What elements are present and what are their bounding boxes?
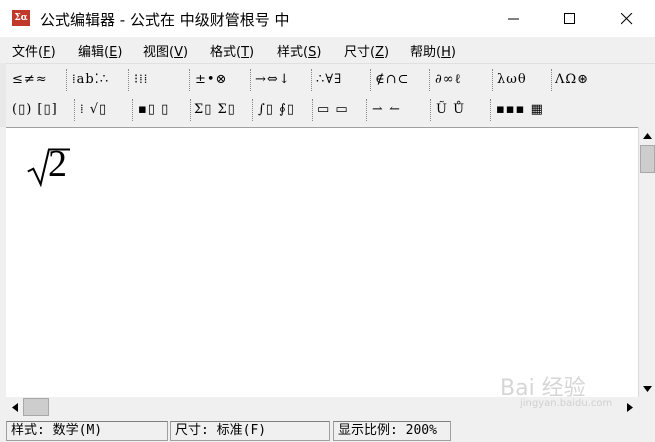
menu-view-key: V: [174, 45, 183, 60]
menu-help-key: H: [441, 45, 451, 60]
menu-edit-key: E: [109, 45, 118, 60]
fence-templates-button[interactable]: (▯) [▯]: [12, 98, 58, 122]
watermark-url: jingyan.baidu.com: [520, 398, 613, 409]
toolbar-separator: [74, 99, 76, 121]
scrollbar-corner: [638, 397, 655, 417]
status-zoom: 显示比例: 200%: [333, 421, 451, 441]
minimize-icon: [508, 18, 519, 19]
maximize-button[interactable]: [547, 0, 593, 37]
status-style: 样式: 数学(M): [6, 421, 168, 441]
menu-file-label: 文件: [12, 45, 39, 60]
toolbar-separator: [190, 99, 192, 121]
template-palette-row: (▯) [▯] ⁞ √▯ ▪▯ ▯ Σ▯ Σ▯ ∫▯ ∮▯ ▭ ▭ ⇀ ↼ Ũ …: [6, 96, 606, 124]
menu-style-label: 样式: [277, 45, 304, 60]
title-bar: Σα 公式编辑器 - 公式在 中级财管根号 中: [0, 0, 655, 37]
toolbar-separator: [250, 69, 252, 91]
toolbar-separator: [189, 69, 191, 91]
toolbar-separator: [429, 69, 431, 91]
menu-format-key: T: [241, 45, 250, 60]
menu-view-label: 视图: [143, 45, 170, 60]
app-icon[interactable]: Σα: [12, 10, 30, 26]
embellishments-button[interactable]: ⁝⁞⁞: [134, 68, 148, 92]
scroll-down-button[interactable]: [639, 380, 655, 397]
status-size: 尺寸: 标准(F): [170, 421, 330, 441]
menu-edit-label: 编辑: [78, 45, 105, 60]
toolbar-separator: [252, 99, 254, 121]
minimize-button[interactable]: [491, 0, 537, 37]
underbar-overbar-templates-button[interactable]: ▭ ▭: [317, 98, 349, 122]
maximize-icon: [564, 12, 575, 24]
toolbar-separator: [66, 69, 68, 91]
toolbar-separator: [312, 99, 314, 121]
toolbar-separator: [370, 69, 372, 91]
toolbar-separator: [128, 69, 130, 91]
menu-style-key: S: [308, 45, 317, 60]
status-bar: 样式: 数学(M) 尺寸: 标准(F) 显示比例: 200%: [0, 418, 655, 442]
window-title: 公式编辑器 - 公式在 中级财管根号 中: [40, 11, 290, 29]
labeled-arrow-templates-button[interactable]: ⇀ ↼: [372, 98, 401, 122]
greek-uppercase-button[interactable]: ΛΩ⊛: [555, 68, 589, 92]
menu-bar: 文件(F) 编辑(E) 视图(V) 格式(T) 样式(S) 尺寸(Z) 帮助(H…: [0, 37, 655, 64]
menu-help[interactable]: 帮助(H): [410, 41, 456, 60]
radicand: 2: [48, 143, 67, 185]
toolbar-separator: [366, 99, 368, 121]
scroll-left-icon: [11, 403, 18, 412]
scroll-down-icon: [643, 385, 652, 392]
scroll-right-icon: [626, 403, 633, 412]
subscript-superscript-templates-button[interactable]: ▪▯ ▯: [138, 98, 169, 122]
toolbar-separator: [490, 99, 492, 121]
operator-symbols-button[interactable]: ±•⊗: [195, 68, 227, 92]
menu-help-label: 帮助: [410, 45, 437, 60]
menu-file[interactable]: 文件(F): [12, 41, 56, 60]
close-button[interactable]: [604, 0, 650, 37]
logical-symbols-button[interactable]: ∴∀∃: [316, 68, 342, 92]
arrow-symbols-button[interactable]: →⇔↓: [255, 68, 291, 92]
symbol-palette-row: ≤≠≈ ⁞ab⁚∴ ⁝⁞⁞ ±•⊗ →⇔↓ ∴∀∃ ∉∩⊂ ∂∞ℓ λωθ ΛΩ…: [6, 66, 606, 94]
menu-size-key: Z: [375, 45, 384, 60]
menu-size-label: 尺寸: [344, 45, 371, 60]
horizontal-scroll-thumb[interactable]: [23, 398, 49, 416]
vertical-scroll-thumb[interactable]: [640, 145, 655, 173]
misc-symbols-button[interactable]: ∂∞ℓ: [435, 68, 462, 92]
toolbar-separator: [492, 69, 494, 91]
menu-format-label: 格式: [210, 45, 237, 60]
scroll-up-button[interactable]: [639, 127, 655, 144]
menu-format[interactable]: 格式(T): [210, 41, 254, 60]
menu-style[interactable]: 样式(S): [277, 41, 321, 60]
toolbar-separator: [311, 69, 313, 91]
integral-templates-button[interactable]: ∫▯ ∮▯: [258, 98, 295, 122]
equation-editor-window: Σα 公式编辑器 - 公式在 中级财管根号 中 文件(F) 编辑(E) 视图(V…: [0, 0, 655, 442]
set-theory-symbols-button[interactable]: ∉∩⊂: [375, 68, 409, 92]
toolbar-separator: [132, 99, 134, 121]
menu-edit[interactable]: 编辑(E): [78, 41, 122, 60]
toolbar-separator: [430, 99, 432, 121]
formula-editing-area[interactable]: 2: [6, 127, 638, 398]
fraction-radical-templates-button[interactable]: ⁞ √▯: [80, 98, 107, 122]
close-icon: [621, 12, 633, 24]
spaces-ellipses-button[interactable]: ⁞ab⁚∴: [72, 68, 109, 92]
menu-file-key: F: [43, 45, 51, 60]
product-set-theory-templates-button[interactable]: Ũ Ů: [436, 98, 465, 122]
greek-lowercase-button[interactable]: λωθ: [497, 68, 527, 92]
scroll-left-button[interactable]: [6, 399, 23, 416]
scroll-right-button[interactable]: [621, 399, 638, 416]
relational-symbols-button[interactable]: ≤≠≈: [12, 68, 48, 92]
matrix-templates-button[interactable]: ▪▪▪ ▦: [496, 98, 544, 122]
menu-view[interactable]: 视图(V): [143, 41, 188, 60]
scroll-up-icon: [643, 132, 652, 139]
summation-templates-button[interactable]: Σ▯ Σ▯: [194, 98, 236, 122]
toolbar-separator: [551, 69, 553, 91]
menu-size[interactable]: 尺寸(Z): [344, 41, 389, 60]
vertical-scrollbar[interactable]: [638, 127, 655, 397]
